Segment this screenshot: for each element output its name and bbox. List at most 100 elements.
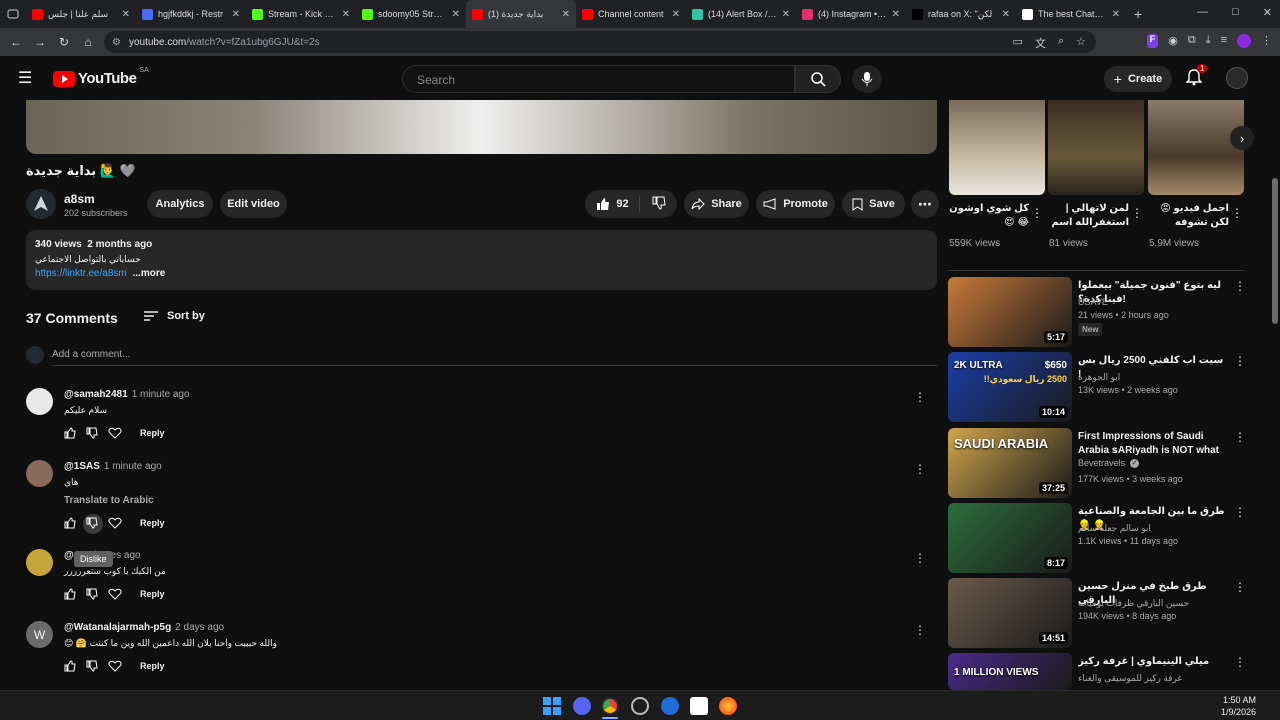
heart-icon[interactable] [108,588,122,600]
analytics-button[interactable]: Analytics [147,190,213,218]
browser-tab[interactable]: (14) Alert Box / St ✕ [686,0,796,28]
sort-by-button[interactable]: Sort by [143,310,205,322]
thumbs-up-icon[interactable] [64,660,76,672]
video-channel[interactable]: حسين البارقي ظرفات يوميات [1078,598,1189,609]
home-icon[interactable]: ⌂ [76,35,100,49]
extension-f-icon[interactable]: F [1146,34,1159,48]
comment-time[interactable]: 1 minute ago [104,461,162,472]
comment-menu-icon[interactable]: ⋮ [914,551,926,565]
zoom-icon[interactable]: ⌕ [1058,35,1064,51]
reply-button[interactable]: Reply [140,589,165,599]
thumbs-down-icon[interactable] [86,427,98,439]
chrome-menu-icon[interactable]: ⋮ [1261,34,1272,48]
obs-icon[interactable] [631,697,649,715]
voice-search-button[interactable] [852,65,882,93]
chrome-icon[interactable] [601,697,619,715]
url-input[interactable]: ⚙ youtube.com/watch?v=fZa1ubg6GJU&t=2s ▭… [104,31,1096,53]
related-video[interactable]: 37:25 SAUDI ARABIA First Impressions of Sa… [948,428,1248,498]
close-window-button[interactable]: ✕ [1263,6,1272,19]
video-channel[interactable]: ابو الجوهرة [1078,372,1120,383]
video-thumbnail[interactable]: 8:17 [948,503,1072,573]
video-menu-icon[interactable]: ⋮ [1234,279,1246,293]
comment-menu-icon[interactable]: ⋮ [914,623,926,637]
more-actions-button[interactable]: ⋯ [911,190,939,218]
windows-start-icon[interactable] [543,697,561,715]
video-channel[interactable]: USAVE [1078,297,1108,307]
browser-tab[interactable]: Channel content ✕ [576,0,686,28]
video-menu-icon[interactable]: ⋮ [1234,505,1246,519]
short-title[interactable]: اجمل فيديو 😡 لكن تشوفه باليوم [1149,202,1229,230]
discord-icon[interactable] [573,697,591,715]
browser-tab[interactable]: (1) بداية جديدة ✕ [466,0,576,28]
site-info-icon[interactable]: ⚙ [112,37,121,48]
account-avatar[interactable] [1226,67,1248,89]
new-tab-button[interactable]: + [1134,6,1142,22]
maximize-button[interactable]: □ [1232,6,1239,19]
cast-icon[interactable]: ▭ [1013,35,1023,51]
comment-menu-icon[interactable]: ⋮ [914,462,926,476]
add-comment-input[interactable]: Add a comment... [52,349,130,360]
extensions-puzzle-icon[interactable]: ⧉ [1188,34,1196,48]
browser-tab[interactable]: (4) Instagram • M ✕ [796,0,906,28]
video-channel[interactable]: غرفة ركيز للموسيقى والغناء [1078,673,1182,684]
tab-close-icon[interactable]: ✕ [782,9,790,20]
video-channel[interactable]: ابو سالم جعله سالم [1078,523,1151,534]
capcut-icon[interactable] [690,697,708,715]
short-thumbnail[interactable] [949,100,1045,195]
heart-icon[interactable] [108,427,122,439]
video-thumbnail[interactable]: 5:17 [948,277,1072,347]
search-button[interactable] [795,65,841,93]
tab-close-icon[interactable]: ✕ [1002,9,1010,20]
reload-icon[interactable]: ↻ [52,35,76,49]
video-menu-icon[interactable]: ⋮ [1234,655,1246,669]
commenter-avatar[interactable]: W [26,621,53,648]
tab-close-icon[interactable]: ✕ [562,9,570,20]
comment-author[interactable]: @ [64,550,74,561]
hamburger-menu-icon[interactable]: ☰ [18,68,32,88]
heart-icon[interactable] [108,517,122,529]
related-video[interactable]: 1 MILLION VIEWS ميلي الينيماوي | غرفة ركي… [948,653,1248,690]
video-player[interactable] [26,100,937,154]
scrollbar-thumb[interactable] [1272,178,1278,324]
video-menu-icon[interactable]: ⋮ [1234,430,1246,444]
shorts-next-button[interactable]: › [1230,126,1254,150]
comment-author[interactable]: @1SAS [64,461,100,472]
short-menu-icon[interactable]: ⋮ [1031,206,1043,220]
video-menu-icon[interactable]: ⋮ [1234,354,1246,368]
related-video[interactable]: 10:14 2K ULTRA $650 2500 ريال سعودي!! سيت اب… [948,352,1248,422]
profile-avatar[interactable] [1237,34,1251,48]
reply-button[interactable]: Reply [140,428,165,438]
tab-close-icon[interactable]: ✕ [1112,9,1120,20]
commenter-avatar[interactable] [26,388,53,415]
notifications-button[interactable]: 1 [1185,64,1208,91]
commenter-avatar[interactable] [26,460,53,487]
browser-tab[interactable]: rafaa on X: "لكن ✕ [906,0,1016,28]
share-button[interactable]: Share [684,190,749,218]
create-button[interactable]: + Create [1104,66,1172,92]
browser-tab[interactable]: سلم علنا | جلس ✕ [26,0,136,28]
browser-tab[interactable]: sdoomy05 Stream ✕ [356,0,466,28]
short-menu-icon[interactable]: ⋮ [1231,206,1243,220]
browser-tab[interactable]: The best ChatBot ✕ [1016,0,1126,28]
thumbs-down-icon[interactable] [86,588,98,600]
tab-close-icon[interactable]: ✕ [892,9,900,20]
media-controls-icon[interactable]: ≡ [1221,34,1227,48]
thumbs-down-icon[interactable] [86,660,98,672]
tab-close-icon[interactable]: ✕ [232,9,240,20]
comment-author[interactable]: @samah2481 [64,389,128,400]
video-menu-icon[interactable]: ⋮ [1234,580,1246,594]
like-button[interactable]: 92 [596,197,640,211]
commenter-avatar[interactable] [26,549,53,576]
video-thumbnail[interactable]: 1 MILLION VIEWS [948,653,1072,690]
video-title[interactable]: ميلي الينيماوي | غرفة ركيز [1078,655,1228,669]
back-icon[interactable]: ← [4,35,28,49]
comment-author[interactable]: @Watanalajarmah-p5g [64,622,171,633]
heart-icon[interactable] [108,660,122,672]
extension-icon[interactable]: ◉ [1168,34,1178,48]
related-video[interactable]: 8:17 طرق ما بين الجامعة والصناعية 👷 👷 ابو … [948,503,1248,573]
system-clock[interactable]: 1:50 AM 1/9/2026 [1221,694,1256,718]
video-thumbnail[interactable]: 14:51 [948,578,1072,648]
browser-tab[interactable]: hgjfkddkj - Restr ✕ [136,0,246,28]
comment-time[interactable]: 1 minute ago [132,389,190,400]
dislike-button[interactable] [646,196,666,213]
